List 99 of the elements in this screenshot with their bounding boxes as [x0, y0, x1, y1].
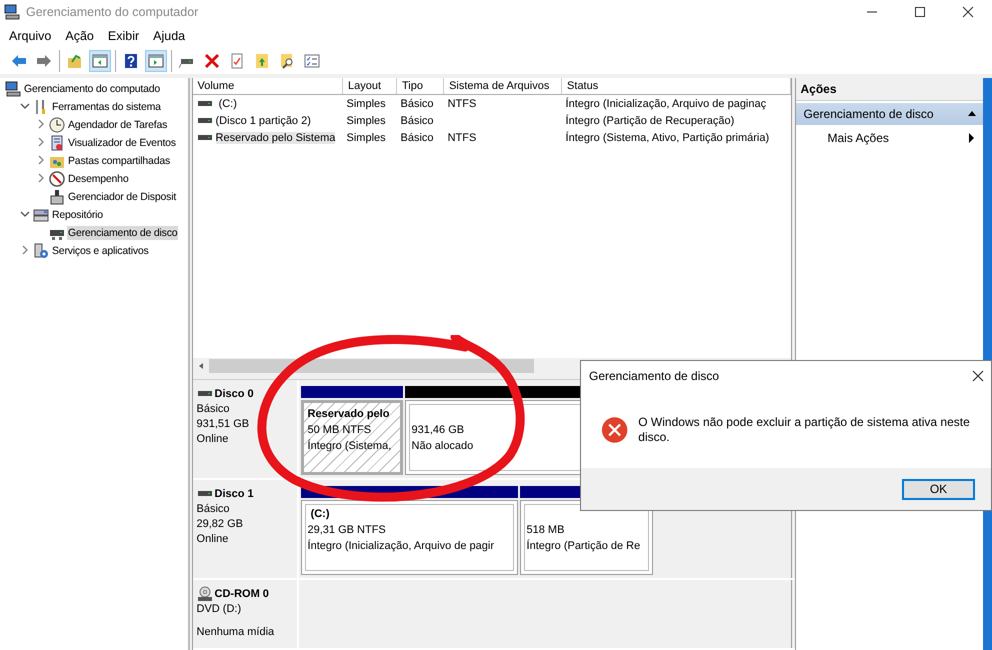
tree-item[interactable]: Serviços e aplicativos [51, 244, 150, 258]
disk-detail: Básico [196, 402, 231, 417]
computer-icon [5, 81, 21, 97]
chevron-right-icon[interactable] [36, 173, 46, 183]
arrow-left-icon [11, 53, 27, 69]
triangle-left-icon[interactable] [196, 362, 205, 370]
column-header[interactable]: Layout [342, 78, 396, 94]
chevron-down-icon[interactable] [20, 101, 30, 111]
partition-box[interactable]: (C:) 29,31 GB NTFS Íntegro (Inicialização, Arquivo de pagir [300, 500, 518, 575]
services-icon [33, 243, 49, 259]
chevron-right-icon[interactable] [20, 245, 30, 255]
document-check-icon [229, 53, 245, 69]
partition-box[interactable]: 518 MB Íntegro (Partição de Re [520, 500, 653, 575]
window-title: Gerenciamento do computador [26, 5, 200, 19]
document-search-icon [279, 53, 295, 69]
panel-icon [148, 53, 164, 69]
tree-item[interactable]: Desempenho [67, 172, 130, 186]
table-cell: NTFS [444, 94, 562, 112]
toolbar-button[interactable] [89, 50, 111, 72]
ok-button[interactable]: OK [902, 478, 975, 500]
close-icon[interactable] [960, 4, 976, 20]
table-cell-text: Simples [346, 114, 387, 128]
tree-item[interactable]: Repositório [51, 208, 104, 222]
table-cell-text: Íntegro (Partição de Recuperação) [564, 114, 736, 128]
table-cell[interactable]: Reservado pelo Sistema [216, 132, 336, 144]
media-status: Nenhuma mídia [196, 625, 276, 640]
clock-icon [49, 117, 65, 133]
help-icon [123, 53, 139, 69]
delete-icon [204, 53, 220, 69]
column-header[interactable]: Tipo [396, 78, 444, 94]
gauge-icon [49, 171, 65, 187]
tree-item[interactable]: Visualizador de Eventos [67, 136, 177, 150]
dialog-message: O Windows não pode excluir a partição de sistema ativa neste disco. [638, 415, 971, 445]
chevron-right-icon[interactable] [36, 137, 46, 147]
toolbar-button[interactable] [145, 50, 167, 72]
chevron-right-icon[interactable] [36, 119, 46, 129]
computer-icon [4, 4, 20, 20]
chevron-right-icon[interactable] [36, 155, 46, 165]
table-cell-text: Íntegro (Sistema, Ativo, Partição primária) [564, 130, 770, 146]
error-icon [601, 415, 628, 445]
disk-detail: 29,82 GB [196, 517, 244, 532]
tree-item[interactable]: Gerenciamento de disco [67, 226, 178, 240]
menu-item[interactable]: Mais Ações [828, 131, 889, 145]
table-cell[interactable]: (C:) [216, 98, 237, 110]
tree-item[interactable]: Pastas compartilhadas [67, 154, 172, 168]
event-log-icon [49, 135, 65, 151]
partition-size: 518 MB [526, 523, 564, 538]
table-cell-text: NTFS [446, 130, 478, 146]
column-header[interactable]: Sistema de Arquivos [444, 78, 562, 94]
maximize-icon[interactable] [912, 4, 928, 20]
actions-section-header[interactable]: Gerenciamento de disco [796, 103, 984, 125]
table-cell: Íntegro (Inicialização, Arquivo de paginaç [562, 94, 790, 112]
partition-status: Íntegro (Inicialização, Arquivo de pagir [308, 538, 494, 554]
tree-item[interactable]: Agendador de Tarefas [67, 118, 168, 132]
panel-icon [92, 53, 108, 69]
chevron-down-icon[interactable] [20, 209, 30, 219]
disk-detail: Online [196, 432, 230, 447]
device-icon [49, 189, 65, 205]
partition-box[interactable]: Reservado pelo 50 MB NTFS Íntegro (Sistema, [300, 400, 403, 475]
disk-detail: 931,51 GB [196, 417, 250, 432]
tree-item[interactable]: Ferramentas do sistema [51, 100, 162, 114]
partition-size: 50 MB NTFS [308, 423, 372, 438]
partition-label: (C:) [310, 507, 330, 522]
folder-arrow-icon [67, 53, 83, 69]
table-cell-text: Básico [399, 130, 435, 146]
disk-detail: Online [196, 532, 230, 547]
menu-item[interactable]: Exibir [100, 29, 146, 43]
disk-name: Disco 0 [214, 386, 254, 402]
table-cell-text: Básico [399, 114, 435, 128]
partition-size: 931,46 GB [412, 423, 464, 438]
table-cell: Simples [342, 94, 396, 112]
close-icon[interactable] [971, 369, 985, 383]
disk-name: CD-ROM 0 [214, 586, 269, 602]
checklist-icon [304, 53, 320, 69]
disk-detail: Básico [196, 502, 231, 517]
column-header[interactable]: Volume [192, 78, 343, 94]
menu-item[interactable]: Ação [58, 29, 101, 43]
dialog-title: Gerenciamento de disco [589, 369, 720, 383]
storage-icon [33, 207, 49, 223]
table-cell-text: Simples [346, 130, 387, 146]
partition-status: Íntegro (Partição de Re [526, 538, 640, 554]
menu-item[interactable]: Arquivo [2, 29, 58, 43]
column-header[interactable]: Status [562, 78, 790, 94]
tree-item[interactable]: Gerenciador de Disposit [67, 190, 178, 204]
partition-status: Não alocado [412, 439, 474, 454]
partition-status: Íntegro (Sistema, [308, 438, 392, 454]
tree-item[interactable]: Gerenciamento do computado [23, 82, 162, 96]
menu-item[interactable]: Ajuda [146, 29, 192, 43]
section-title: Gerenciamento de disco [804, 107, 934, 121]
cd-drive-icon [196, 586, 213, 602]
disk-name: Disco 1 [214, 486, 254, 502]
table-cell: Básico [396, 94, 444, 112]
disk-detail: DVD (D:) [196, 602, 242, 617]
partition-label: Reservado pelo [308, 407, 390, 422]
arrow-right-icon [36, 53, 52, 69]
actions-pane-title: Ações [796, 78, 984, 101]
table-cell[interactable]: (Disco 1 partição 2) [216, 114, 311, 126]
partition-size: 29,31 GB NTFS [308, 523, 386, 538]
triangle-up-icon[interactable] [967, 109, 978, 119]
